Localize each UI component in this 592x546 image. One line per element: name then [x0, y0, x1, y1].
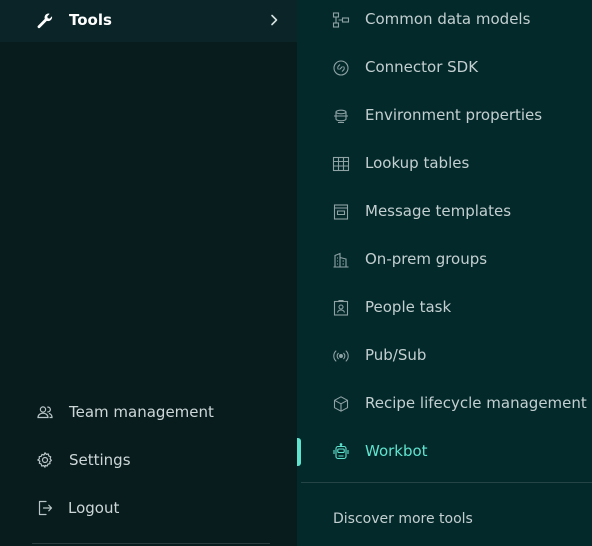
sidebar-item-settings[interactable]: Settings	[0, 439, 297, 483]
discover-more-tools-link[interactable]: Discover more tools	[333, 511, 473, 527]
sidebar-item-tools[interactable]: Tools	[0, 0, 297, 42]
person-badge-icon	[332, 299, 350, 317]
menu-divider	[301, 482, 592, 483]
chevron-right-icon	[269, 14, 279, 26]
connector-icon	[332, 59, 350, 77]
menu-item-label: Recipe lifecycle management	[365, 394, 587, 412]
sidebar-item-label: Settings	[69, 451, 131, 469]
environment-icon	[332, 107, 350, 125]
divider	[32, 543, 270, 544]
people-icon	[36, 403, 54, 421]
menu-item-label: Workbot	[365, 442, 428, 460]
template-icon	[332, 203, 350, 221]
sidebar-item-label: Team management	[69, 403, 214, 421]
menu-item-connector-sdk[interactable]: Connector SDK	[297, 47, 592, 91]
robot-icon	[332, 443, 350, 461]
menu-item-label: Lookup tables	[365, 154, 470, 172]
menu-item-pub-sub[interactable]: Pub/Sub	[297, 335, 592, 379]
menu-item-label: Environment properties	[365, 106, 543, 124]
logout-icon	[36, 499, 54, 517]
tools-flyout-menu: Common data models Connector SDK Environ…	[297, 0, 592, 546]
menu-item-label: People task	[365, 298, 452, 316]
sidebar: Tools Team management Settings Logout	[0, 0, 297, 546]
menu-item-label: On-prem groups	[365, 250, 488, 268]
menu-item-recipe-lifecycle-management[interactable]: Recipe lifecycle management	[297, 383, 592, 427]
menu-item-message-templates[interactable]: Message templates	[297, 191, 592, 235]
menu-item-common-data-models[interactable]: Common data models	[297, 0, 592, 43]
menu-item-on-prem-groups[interactable]: On-prem groups	[297, 239, 592, 283]
menu-item-environment-properties[interactable]: Environment properties	[297, 95, 592, 139]
menu-item-label: Common data models	[365, 10, 531, 28]
menu-item-label: Message templates	[365, 202, 512, 220]
building-icon	[332, 251, 350, 269]
sidebar-item-team-management[interactable]: Team management	[0, 391, 297, 435]
menu-item-label: Connector SDK	[365, 58, 479, 76]
table-icon	[332, 155, 350, 173]
wrench-icon	[36, 12, 54, 30]
sidebar-item-label: Tools	[69, 11, 112, 29]
sidebar-item-logout[interactable]: Logout	[0, 487, 297, 531]
broadcast-icon	[332, 347, 350, 365]
gear-icon	[36, 451, 54, 469]
menu-item-lookup-tables[interactable]: Lookup tables	[297, 143, 592, 187]
menu-item-people-task[interactable]: People task	[297, 287, 592, 331]
sidebar-item-label: Logout	[68, 499, 120, 517]
data-model-icon	[332, 11, 350, 29]
menu-item-workbot[interactable]: Workbot	[297, 431, 592, 475]
menu-item-label: Pub/Sub	[365, 346, 427, 364]
cube-icon	[332, 395, 350, 413]
